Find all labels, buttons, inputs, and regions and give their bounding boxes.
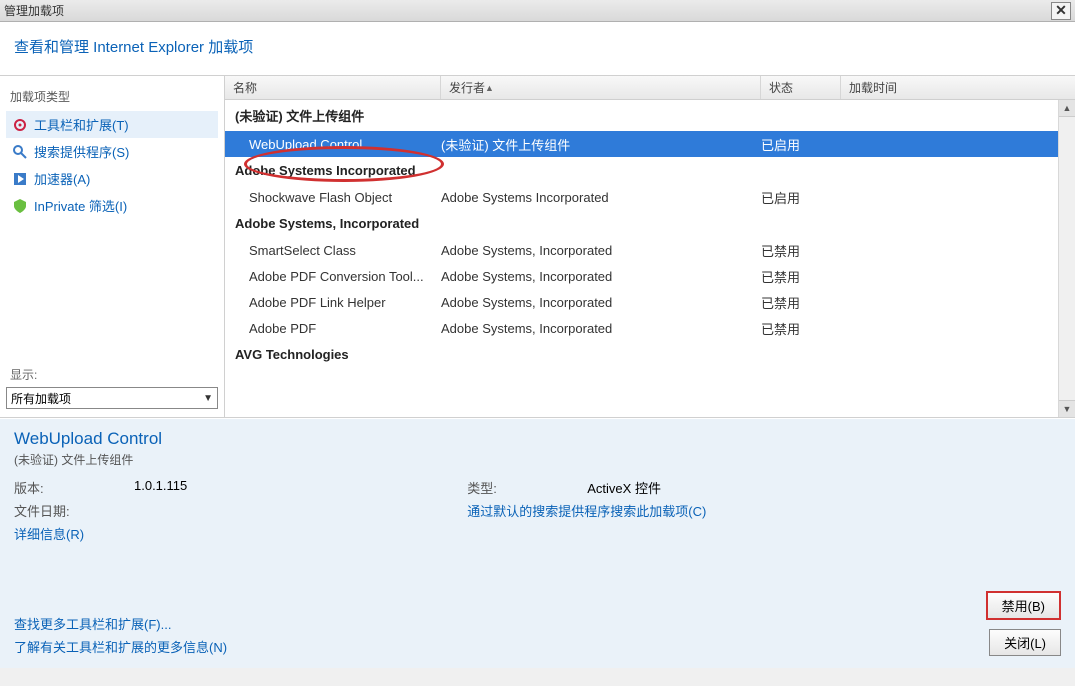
sidebar: 加载项类型 工具栏和扩展(T) 搜索提供程序(S) 加速器(A) InPriva… xyxy=(0,76,225,417)
learn-more-link[interactable]: 了解有关工具栏和扩展的更多信息(N) xyxy=(14,637,227,656)
sidebar-item-toolbars[interactable]: 工具栏和扩展(T) xyxy=(6,111,218,138)
sidebar-item-label: 加速器(A) xyxy=(34,169,90,188)
cell-publisher: Adobe Systems, Incorporated xyxy=(441,269,761,284)
sidebar-title: 加载项类型 xyxy=(6,84,218,111)
list-item[interactable]: WebUpload Control (未验证) 文件上传组件 已启用 xyxy=(225,131,1075,157)
cell-name: Adobe PDF Link Helper xyxy=(249,295,441,310)
sidebar-item-label: 搜索提供程序(S) xyxy=(34,142,129,161)
cell-name: Adobe PDF xyxy=(249,321,441,336)
cell-status: 已禁用 xyxy=(761,241,841,260)
list-rows[interactable]: (未验证) 文件上传组件 WebUpload Control (未验证) 文件上… xyxy=(225,100,1075,417)
type-value: ActiveX 控件 xyxy=(587,478,661,497)
sidebar-item-search[interactable]: 搜索提供程序(S) xyxy=(6,138,218,165)
cell-status: 已禁用 xyxy=(761,267,841,286)
cell-publisher: Adobe Systems Incorporated xyxy=(441,190,761,205)
version-value: 1.0.1.115 xyxy=(134,478,187,497)
cell-publisher: (未验证) 文件上传组件 xyxy=(441,135,761,154)
page-title: 查看和管理 Internet Explorer 加载项 xyxy=(14,36,1061,57)
cell-status: 已禁用 xyxy=(761,293,841,312)
version-label: 版本: xyxy=(14,478,94,497)
shield-icon xyxy=(12,198,28,214)
sidebar-item-inprivate[interactable]: InPrivate 筛选(I) xyxy=(6,192,218,219)
disable-button[interactable]: 禁用(B) xyxy=(986,591,1061,620)
find-toolbars-link[interactable]: 查找更多工具栏和扩展(F)... xyxy=(14,614,227,633)
cell-status: 已启用 xyxy=(761,135,841,154)
list-item[interactable]: Adobe PDF Link Helper Adobe Systems, Inc… xyxy=(225,289,1075,315)
cell-status: 已禁用 xyxy=(761,319,841,338)
moreinfo-link[interactable]: 详细信息(R) xyxy=(14,524,84,543)
filedate-label: 文件日期: xyxy=(14,501,94,520)
show-dropdown[interactable]: 所有加载项 ▼ xyxy=(6,387,218,409)
col-loadtime[interactable]: 加载时间 xyxy=(841,76,941,99)
close-button[interactable]: 关闭(L) xyxy=(989,629,1061,656)
search-link[interactable]: 通过默认的搜索提供程序搜索此加载项(C) xyxy=(467,501,706,520)
col-publisher[interactable]: 发行者 xyxy=(441,76,761,99)
main-content: 加载项类型 工具栏和扩展(T) 搜索提供程序(S) 加速器(A) InPriva… xyxy=(0,76,1075,418)
cell-name: WebUpload Control xyxy=(249,137,441,152)
window-title: 管理加载项 xyxy=(4,2,64,19)
footer-links: 查找更多工具栏和扩展(F)... 了解有关工具栏和扩展的更多信息(N) xyxy=(14,614,227,656)
show-label: 显示: xyxy=(6,366,218,383)
cell-publisher: Adobe Systems, Incorporated xyxy=(441,321,761,336)
group-header: (未验证) 文件上传组件 xyxy=(225,100,1075,131)
scroll-up-icon[interactable]: ▲ xyxy=(1059,100,1075,117)
cell-name: Shockwave Flash Object xyxy=(249,190,441,205)
cell-name: Adobe PDF Conversion Tool... xyxy=(249,269,441,284)
col-status[interactable]: 状态 xyxy=(761,76,841,99)
list-item[interactable]: Adobe PDF Adobe Systems, Incorporated 已禁… xyxy=(225,315,1075,341)
cell-name: SmartSelect Class xyxy=(249,243,441,258)
search-icon xyxy=(12,144,28,160)
group-header: AVG Technologies xyxy=(225,341,1075,368)
details-pane: WebUpload Control (未验证) 文件上传组件 版本: 1.0.1… xyxy=(0,418,1075,668)
scroll-down-icon[interactable]: ▼ xyxy=(1059,400,1075,417)
show-dropdown-value: 所有加载项 xyxy=(11,390,71,407)
header: 查看和管理 Internet Explorer 加载项 xyxy=(0,22,1075,76)
list-item[interactable]: SmartSelect Class Adobe Systems, Incorpo… xyxy=(225,237,1075,263)
group-header: Adobe Systems Incorporated xyxy=(225,157,1075,184)
sidebar-item-label: InPrivate 筛选(I) xyxy=(34,196,127,215)
accelerator-icon xyxy=(12,171,28,187)
col-name[interactable]: 名称 xyxy=(225,76,441,99)
sidebar-item-label: 工具栏和扩展(T) xyxy=(34,115,129,134)
group-header: Adobe Systems, Incorporated xyxy=(225,210,1075,237)
sidebar-item-accel[interactable]: 加速器(A) xyxy=(6,165,218,192)
addon-list: 名称 发行者 状态 加载时间 (未验证) 文件上传组件 WebUpload Co… xyxy=(225,76,1075,417)
cell-publisher: Adobe Systems, Incorporated xyxy=(441,243,761,258)
titlebar: 管理加载项 ✕ xyxy=(0,0,1075,22)
list-item[interactable]: Adobe PDF Conversion Tool... Adobe Syste… xyxy=(225,263,1075,289)
gear-icon xyxy=(12,117,28,133)
type-label: 类型: xyxy=(467,478,547,497)
details-title: WebUpload Control xyxy=(14,429,1061,449)
list-item[interactable]: Shockwave Flash Object Adobe Systems Inc… xyxy=(225,184,1075,210)
close-icon[interactable]: ✕ xyxy=(1051,2,1071,20)
cell-publisher: Adobe Systems, Incorporated xyxy=(441,295,761,310)
details-subtitle: (未验证) 文件上传组件 xyxy=(14,451,1061,468)
column-headers: 名称 发行者 状态 加载时间 xyxy=(225,76,1075,100)
cell-status: 已启用 xyxy=(761,188,841,207)
scrollbar[interactable]: ▲ ▼ xyxy=(1058,100,1075,417)
chevron-down-icon: ▼ xyxy=(203,393,213,404)
